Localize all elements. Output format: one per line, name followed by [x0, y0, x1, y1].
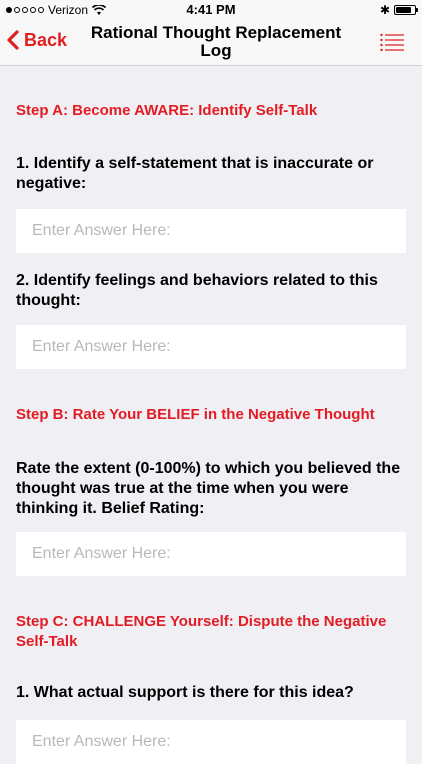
list-menu-icon[interactable] — [380, 33, 404, 51]
question-2: 2. Identify feelings and behaviors relat… — [16, 272, 378, 309]
bluetooth-icon: ✱ — [379, 3, 390, 17]
navigation-bar: Back Rational Thought Replacement Log — [0, 20, 422, 66]
answer-1-input[interactable] — [16, 209, 406, 253]
step-b-heading: Step B: Rate Your BELIEF in the Negative… — [16, 406, 375, 423]
page-title-line2: Log — [200, 41, 232, 60]
challenge-question-1: 1. What actual support is there for this… — [16, 684, 354, 701]
back-label: Back — [24, 29, 68, 50]
belief-rating-input[interactable] — [16, 532, 406, 576]
status-bar: Verizon 4:41 PM ✱ — [0, 0, 422, 20]
question-1: 1. Identify a self-statement that is ina… — [16, 155, 374, 192]
page-title: Rational Thought Replacement Log — [80, 24, 352, 60]
answer-2-input[interactable] — [16, 325, 406, 369]
challenge-answer-1-input[interactable] — [16, 720, 406, 764]
status-time: 4:41 PM — [186, 2, 236, 17]
chevron-left-icon — [7, 30, 19, 50]
step-a-heading: Step A: Become AWARE: Identify Self-Talk — [16, 102, 318, 119]
back-button[interactable]: Back — [6, 29, 67, 51]
step-c-heading: Step C: CHALLENGE Yourself: Dispute the … — [16, 613, 387, 650]
belief-rating-question: Rate the extent (0-100%) to which you be… — [16, 460, 401, 517]
battery-icon — [394, 5, 418, 15]
status-right: ✱ — [379, 3, 418, 17]
battery-level — [396, 7, 412, 13]
page-title-line1: Rational Thought Replacement — [90, 23, 342, 42]
